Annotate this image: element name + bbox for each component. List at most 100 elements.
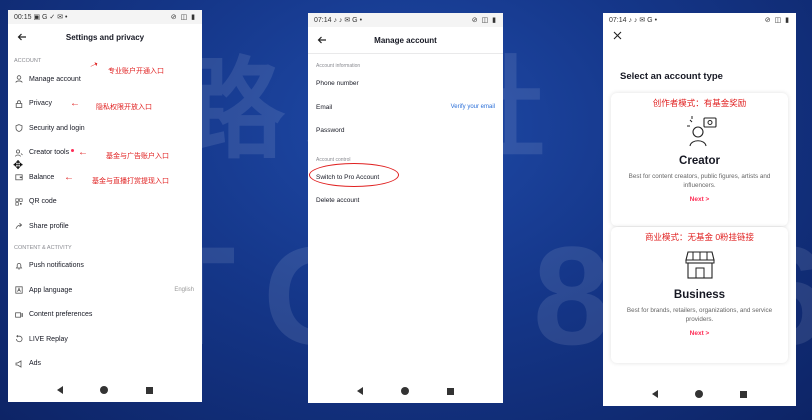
section-label-content: CONTENT & ACTIVITY [14, 244, 72, 251]
creator-description: Best for content creators, public figure… [628, 173, 771, 189]
row-label: Push notifications [29, 262, 84, 270]
row-label: LIVE Replay [29, 335, 68, 343]
status-time: 07:14 [609, 17, 627, 24]
status-bar: 00:15 ▣ G ✓ ✉ • ⊘ ◫ ▮ [8, 10, 202, 24]
status-icons-right: ⊘ ◫ ▮ [170, 14, 196, 21]
row-label: Content preferences [29, 311, 93, 319]
annotation-arrow-icon: ← [64, 172, 74, 183]
row-delete-account[interactable]: Delete account [308, 189, 503, 213]
nav-back-icon[interactable] [651, 390, 658, 398]
row-label: Delete account [316, 197, 360, 205]
back-arrow-icon[interactable] [314, 32, 330, 48]
annotation-manage-account: 专业账户开通入口 [108, 68, 164, 75]
row-phone-number[interactable]: Phone number [308, 72, 503, 96]
creator-card[interactable]: 创作者模式：有基金奖励 Creator Best for content cre… [611, 93, 788, 226]
nav-home-icon[interactable] [401, 387, 409, 395]
page-title: Settings and privacy [65, 32, 145, 42]
shield-icon [14, 124, 23, 133]
status-icons-right: ⊘ ◫ ▮ [471, 17, 497, 24]
qr-code-icon [14, 197, 23, 206]
status-icons-left: ♪ ♪ ✉ G • [333, 17, 363, 24]
android-nav-bar [8, 378, 202, 402]
row-label: Privacy [29, 100, 52, 108]
bell-icon [14, 261, 23, 270]
status-icons-left: ▣ G ✓ ✉ • [33, 14, 68, 21]
video-icon [14, 310, 23, 319]
nav-home-icon[interactable] [694, 390, 703, 398]
nav-home-icon[interactable] [100, 386, 109, 394]
row-app-language[interactable]: App language English [8, 278, 202, 303]
row-label: Creator tools [29, 149, 70, 157]
row-label: Email [316, 103, 333, 111]
row-share-profile[interactable]: Share profile [8, 214, 202, 239]
creator-illustration-icon [611, 111, 788, 151]
row-live-replay[interactable]: LIVE Replay [8, 327, 202, 352]
replay-icon [14, 335, 23, 344]
row-label: Manage account [29, 75, 81, 83]
nav-back-icon[interactable] [56, 386, 63, 394]
row-label: QR code [29, 198, 57, 206]
business-next-button[interactable]: Next > [611, 330, 788, 337]
status-bar: 07:14 ♪ ♪ ✉ G • ⊘ ◫ ▮ [308, 13, 503, 27]
person-icon [14, 75, 23, 84]
business-card[interactable]: 商业模式：无基金 0粉挂链接 Business Best for brands,… [611, 227, 788, 363]
section-label-account-info: Account information [316, 63, 361, 69]
row-qr-code[interactable]: QR code [8, 190, 202, 215]
annotation-privacy: 隐私权限开放入口 [96, 104, 152, 111]
notification-dot [71, 149, 75, 153]
page-title: Manage account [374, 35, 437, 45]
verify-email-link[interactable]: Verify your email [451, 104, 495, 110]
section-label-account: ACCOUNT [14, 58, 42, 64]
nav-recents-icon[interactable] [740, 390, 748, 398]
lock-icon [14, 99, 23, 108]
annotation-arrow-icon: ← [78, 147, 88, 158]
phone-select-account-type: 07:14 ♪ ♪ ✉ G • ⊘ ◫ ▮ Select an account … [603, 13, 796, 406]
creator-next-button[interactable]: Next > [611, 196, 788, 203]
business-title: Business [673, 289, 726, 301]
phone-manage-account: 07:14 ♪ ♪ ✉ G • ⊘ ◫ ▮ Manage account Acc… [308, 13, 503, 403]
business-description: Best for brands, retailers, organization… [626, 307, 773, 323]
close-icon[interactable] [613, 31, 622, 43]
row-push-notifications[interactable]: Push notifications [8, 254, 202, 279]
row-email[interactable]: Email Verify your email [308, 96, 503, 120]
android-nav-bar [603, 382, 796, 406]
row-ads[interactable]: Ads [8, 352, 202, 377]
row-creator-tools[interactable]: Creator tools [8, 141, 202, 166]
annotation-creator: 创作者模式：有基金奖励 [652, 98, 747, 108]
creator-icon [14, 148, 23, 157]
creator-title: Creator [679, 155, 720, 167]
nav-back-icon[interactable] [357, 387, 363, 395]
row-label: Security and login [29, 124, 85, 132]
phone-settings-privacy: 00:15 ▣ G ✓ ✉ • ⊘ ◫ ▮ Settings and priva… [8, 10, 202, 402]
share-icon [14, 222, 23, 231]
header: Settings and privacy [8, 24, 202, 50]
page-title: Select an account type [620, 71, 723, 82]
nav-recents-icon[interactable] [447, 387, 454, 395]
header: Manage account [308, 27, 503, 53]
row-label: Balance [29, 173, 55, 181]
cursor-move-icon: ✥ [13, 158, 24, 172]
row-content-preferences[interactable]: Content preferences [8, 303, 202, 328]
status-icons-right: ⊘ ◫ ▮ [764, 17, 790, 24]
annotation-business: 商业模式：无基金 0粉挂链接 [644, 232, 755, 242]
status-time: 07:14 [314, 17, 332, 24]
language-value: English [174, 287, 194, 294]
row-password[interactable]: Password [308, 119, 503, 143]
megaphone-icon [14, 359, 23, 368]
annotation-creator-tools: 基金与广告账户入口 [106, 153, 169, 160]
storefront-icon [611, 245, 788, 285]
section-label-account-control: Account control [316, 156, 351, 163]
row-label: Password [316, 127, 345, 135]
android-nav-bar [308, 379, 503, 403]
annotation-arrow-icon: ← [70, 98, 80, 109]
row-label: App language [29, 286, 73, 294]
row-label: Ads [29, 360, 42, 368]
annotation-balance: 基金与直播打赏提现入口 [92, 178, 169, 185]
status-icons-left: ♪ ♪ ✉ G • [628, 17, 658, 24]
row-label: Phone number [316, 80, 359, 88]
row-manage-account[interactable]: Manage account [8, 67, 202, 92]
nav-recents-icon[interactable] [146, 386, 154, 394]
status-bar: 07:14 ♪ ♪ ✉ G • ⊘ ◫ ▮ [603, 13, 796, 27]
row-security-login[interactable]: Security and login [8, 116, 202, 141]
back-arrow-icon[interactable] [14, 29, 30, 45]
